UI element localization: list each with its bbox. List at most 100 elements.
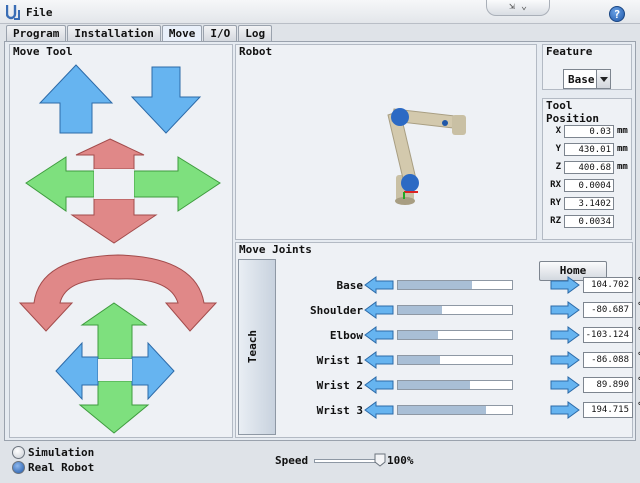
tool-position-label: RY (550, 198, 561, 208)
robot-3d-view[interactable] (238, 59, 534, 237)
file-menu[interactable]: File (26, 6, 53, 19)
tool-position-unit: mm (617, 144, 628, 154)
real-robot-radio[interactable] (12, 461, 25, 474)
ur-logo-icon (6, 5, 20, 20)
move-down-arrow-icon[interactable] (130, 66, 202, 134)
move-backward-arrow-icon[interactable] (70, 198, 158, 244)
joint-value: 89.890 (583, 377, 633, 393)
joint-label: Base (336, 279, 364, 292)
joint-decrease-arrow-icon[interactable] (364, 326, 394, 344)
tool-position-label: RX (550, 180, 561, 190)
top-bar: File ⇲ ⌄ ? (0, 0, 640, 24)
joint-decrease-arrow-icon[interactable] (364, 276, 394, 294)
move-left-arrow-icon[interactable] (25, 156, 95, 212)
simulation-radio[interactable] (12, 446, 25, 459)
joint-decrease-arrow-icon[interactable] (364, 351, 394, 369)
joint-label: Elbow (329, 329, 363, 342)
teach-button[interactable]: Teach (238, 259, 276, 435)
joint-position-bar (397, 280, 513, 290)
move-joints-panel: Move Joints Teach Home Base104.702°Shoul… (235, 242, 640, 438)
speed-value: 100% (387, 454, 414, 467)
rotate-left-arrow-icon[interactable] (55, 341, 99, 401)
tool-position-unit: mm (617, 126, 628, 136)
joint-row: Wrist 1-86.088° (276, 350, 640, 370)
move-tool-panel: Move Tool (9, 44, 233, 438)
joint-increase-arrow-icon[interactable] (550, 351, 580, 369)
feature-selected-value: Base (568, 73, 595, 86)
joint-label: Wrist 2 (316, 379, 363, 392)
joint-value: 104.702 (583, 277, 633, 293)
joint-label: Wrist 3 (316, 404, 363, 417)
main-tabs: Program Installation Move I/O Log (6, 25, 273, 41)
tool-position-label: RZ (550, 216, 561, 226)
joint-position-bar (397, 405, 513, 415)
robot-title: Robot (239, 45, 273, 58)
tool-position-title: Tool Position (546, 99, 599, 125)
speed-label: Speed (275, 454, 309, 467)
joint-row: Elbow-103.124° (276, 325, 640, 345)
joint-row: Shoulder-80.687° (276, 300, 640, 320)
feature-title: Feature (546, 45, 593, 58)
joint-decrease-arrow-icon[interactable] (364, 301, 394, 319)
joint-increase-arrow-icon[interactable] (550, 276, 580, 294)
tab-installation[interactable]: Installation (67, 25, 161, 41)
tab-log[interactable]: Log (238, 25, 273, 41)
joint-increase-arrow-icon[interactable] (550, 401, 580, 419)
joint-row: Base104.702° (276, 275, 640, 295)
joint-increase-arrow-icon[interactable] (550, 301, 580, 319)
real-robot-label: Real Robot (28, 461, 95, 474)
feature-panel: Feature Base (542, 44, 632, 90)
tab-move[interactable]: Move (161, 25, 203, 41)
joint-label: Shoulder (310, 304, 363, 317)
move-forward-arrow-icon[interactable] (75, 138, 145, 170)
tool-position-label: Z (555, 162, 561, 172)
joint-position-fill (398, 331, 438, 339)
robot-panel: Robot (235, 44, 537, 240)
joint-increase-arrow-icon[interactable] (550, 376, 580, 394)
joint-position-fill (398, 356, 440, 364)
joint-position-bar (397, 330, 513, 340)
window-controls[interactable]: ⇲ ⌄ (486, 0, 550, 16)
joint-label: Wrist 1 (316, 354, 363, 367)
joint-position-bar (397, 305, 513, 315)
move-right-arrow-icon[interactable] (133, 156, 221, 212)
chevron-down-icon[interactable] (596, 70, 610, 88)
joint-decrease-arrow-icon[interactable] (364, 376, 394, 394)
joint-position-fill (398, 406, 486, 414)
move-tool-title: Move Tool (13, 45, 73, 58)
tool-position-value: 0.0004 (564, 179, 614, 192)
bottom-bar: Simulation Real Robot Speed 100% (0, 442, 640, 483)
joint-position-bar (397, 380, 513, 390)
tool-position-rz: RZ 0.0034 (543, 215, 633, 229)
joint-position-fill (398, 306, 442, 314)
tool-position-panel: Tool Position X 0.03 mm Y 430.01 mm Z 40… (542, 98, 632, 240)
teach-label: Teach (246, 330, 259, 364)
rotate-up-arrow-icon[interactable] (80, 302, 148, 360)
rotate-down-arrow-icon[interactable] (78, 380, 150, 434)
speed-slider-handle[interactable] (374, 453, 386, 467)
joint-row: Wrist 3194.715° (276, 400, 640, 420)
rotate-right-arrow-icon[interactable] (131, 341, 175, 401)
tool-position-rx: RX 0.0004 (543, 179, 633, 193)
tool-position-z: Z 400.68 mm (543, 161, 633, 175)
tool-position-value: 0.03 (564, 125, 614, 138)
joint-position-bar (397, 355, 513, 365)
simulation-label: Simulation (28, 446, 95, 459)
joint-increase-arrow-icon[interactable] (550, 326, 580, 344)
tool-position-value: 0.0034 (564, 215, 614, 228)
tool-position-value: 430.01 (564, 143, 614, 156)
tool-position-label: Y (555, 144, 561, 154)
joint-value: -80.687 (583, 302, 633, 318)
tab-program[interactable]: Program (6, 25, 67, 41)
feature-select[interactable]: Base (563, 69, 611, 89)
tab-io[interactable]: I/O (203, 25, 238, 41)
move-tool-arrows (18, 64, 221, 434)
move-up-arrow-icon[interactable] (38, 64, 114, 134)
speed-slider-track[interactable] (314, 459, 382, 463)
help-icon[interactable]: ? (609, 6, 625, 22)
move-joints-title: Move Joints (239, 243, 312, 256)
tool-position-label: X (555, 126, 561, 136)
joint-position-fill (398, 281, 472, 289)
joint-decrease-arrow-icon[interactable] (364, 401, 394, 419)
tool-position-ry: RY 3.1402 (543, 197, 633, 211)
